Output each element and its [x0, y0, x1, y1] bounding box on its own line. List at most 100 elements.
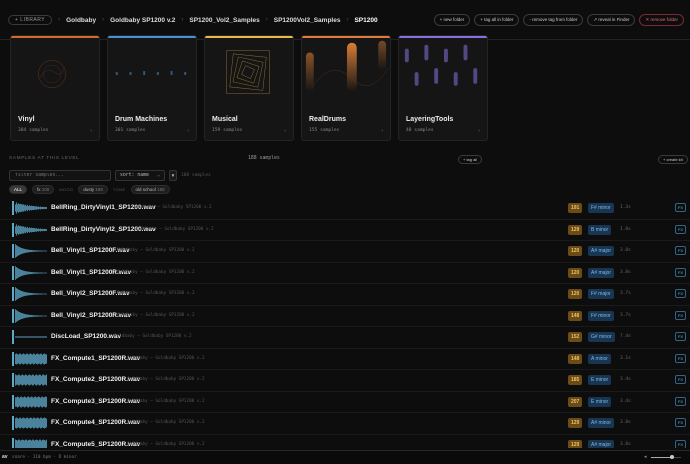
tag-all[interactable]: ALL — [9, 185, 28, 194]
selection-marker — [12, 265, 14, 280]
fx-tag[interactable]: FX — [675, 418, 686, 427]
folder-card-count: 48 samples — [406, 128, 434, 133]
folder-card-realdrums[interactable]: RealDrums 155 samples › — [301, 35, 391, 141]
fx-tag[interactable]: FX — [675, 353, 686, 363]
sample-source: Goldbaby — Goldbaby SP1200 v.2 — [117, 291, 195, 296]
sample-row[interactable]: FX_Compute2_SP1200R.wav Goldbaby — Goldb… — [0, 370, 690, 392]
sample-row[interactable]: FX_Compute4_SP1200R.wav Goldbaby — Goldb… — [0, 413, 690, 435]
fx-tag[interactable]: FX — [675, 439, 686, 448]
reveal-in-finder-button[interactable]: ↗ reveal in Finder — [587, 14, 636, 26]
waveform[interactable] — [15, 201, 47, 215]
fx-tag[interactable]: FX — [675, 246, 686, 255]
sample-row[interactable]: Bell_Vinyl1_SP1200R.wav Goldbaby — Goldb… — [0, 263, 690, 284]
selection-marker — [12, 394, 14, 409]
waveform[interactable] — [15, 330, 47, 344]
tag-group-label: MOOD — [59, 187, 74, 192]
sample-row[interactable]: BellRing_DirtyVinyl1_SP1200.wav Goldbaby… — [0, 198, 690, 220]
sample-row[interactable]: BellRing_DirtyVinyl2_SP1200.wav Goldbaby… — [0, 220, 690, 241]
waveform[interactable] — [15, 223, 47, 237]
breadcrumb: + LIBRARY › Goldbaby › Goldbaby SP1200 v… — [8, 14, 378, 26]
chevron-right-icon: › — [187, 128, 189, 134]
folder-artwork — [305, 40, 389, 92]
breadcrumb-separator: › — [265, 17, 268, 23]
sample-duration: 3.4s — [620, 377, 631, 382]
waveform[interactable] — [15, 265, 47, 280]
sample-row[interactable]: FX_Compute3_SP1200R.wav Goldbaby — Goldb… — [0, 392, 690, 413]
folder-card-name: Musical — [212, 116, 238, 123]
breadcrumb-item[interactable]: Goldbaby SP1200 v.2 — [110, 17, 175, 24]
sample-source: Goldbaby — Goldbaby SP1200 v.2 — [117, 248, 195, 253]
tag-filters: ALL fx 100 MOOD dusty 188 TONE old schoo… — [9, 185, 170, 194]
folder-card-musical[interactable]: Musical 159 samples › — [204, 35, 294, 141]
waveform[interactable] — [15, 395, 47, 409]
waveform[interactable] — [15, 244, 47, 258]
folder-card-drum-machines[interactable]: Drum Machines 301 samples › — [107, 35, 197, 141]
key-badge: A# major — [588, 439, 615, 448]
waveform[interactable] — [15, 373, 47, 387]
tag-fx[interactable]: fx 100 — [32, 185, 55, 194]
sample-row[interactable]: Bell_Vinyl2_SP1200R.wav Goldbaby — Goldb… — [0, 306, 690, 327]
volume-fill — [651, 457, 672, 458]
waveform[interactable] — [15, 308, 47, 323]
volume-knob[interactable] — [670, 455, 674, 459]
remove-folder-button[interactable]: ✕ remove folder — [639, 14, 684, 26]
bpm-badge: 152 — [568, 332, 583, 342]
sample-row[interactable]: FX_Compute1_SP1200R.wav Goldbaby — Goldb… — [0, 349, 690, 370]
tag-count: 188 — [157, 187, 165, 192]
player-bar: av snare · 110 bpm · D minor ◂ — [0, 450, 690, 464]
tag-count: 188 — [95, 187, 103, 192]
breadcrumb-item[interactable]: SP1200_Vol2_Samples — [189, 17, 259, 24]
volume-slider[interactable] — [651, 455, 681, 459]
bpm-badge: 148 — [568, 310, 583, 321]
filter-bar: sort: name ⌄ ▼ 188 samples — [0, 170, 690, 182]
fx-tag[interactable]: FX — [675, 310, 686, 320]
selection-marker — [12, 437, 14, 448]
new-folder-button[interactable]: + new folder — [433, 14, 471, 26]
sort-select[interactable]: sort: name ⌄ — [115, 170, 165, 181]
waveform[interactable] — [15, 438, 47, 449]
remove-tag-from-folder-button[interactable]: - remove tag from folder — [523, 14, 584, 26]
create-kit-button[interactable]: + create kit — [658, 155, 688, 164]
sample-row[interactable]: Bell_Vinyl1_SP1200F.wav Goldbaby — Goldb… — [0, 241, 690, 263]
bpm-badge: 148 — [568, 353, 583, 364]
tag-old-school[interactable]: old school 188 — [130, 185, 170, 194]
chevron-right-icon: › — [90, 128, 92, 134]
fx-tag[interactable]: FX — [675, 267, 686, 277]
sort-direction-button[interactable]: ▼ — [169, 170, 177, 181]
sample-row[interactable]: FX_Compute5_SP1200R.wav Goldbaby — Goldb… — [0, 435, 690, 449]
bpm-badge: 191 — [568, 203, 583, 213]
folder-card-layeringtools[interactable]: LayeringTools 48 samples › — [398, 35, 488, 141]
waveform[interactable] — [15, 416, 47, 430]
selection-marker — [12, 373, 14, 387]
fx-tag[interactable]: FX — [675, 375, 686, 384]
folder-card-vinyl[interactable]: Vinyl 304 samples › — [10, 35, 100, 141]
selection-marker — [12, 416, 14, 430]
fx-tag[interactable]: FX — [675, 332, 686, 341]
filter-input[interactable] — [9, 170, 111, 181]
breadcrumb-item[interactable]: Goldbaby — [66, 17, 96, 24]
selection-marker — [12, 287, 14, 301]
sample-source: Goldbaby — Goldbaby SP1200 v.2 — [136, 226, 214, 232]
sample-row[interactable]: DiscLoad_SP1200.wav Goldbaby — Goldbaby … — [0, 327, 690, 349]
filter-result-count: 188 samples — [181, 173, 211, 178]
fx-tag[interactable]: FX — [675, 396, 686, 406]
fx-tag[interactable]: FX — [675, 224, 686, 234]
tag-all-in-folder-button[interactable]: + tag all in folder — [474, 14, 520, 26]
waveform[interactable] — [15, 352, 47, 366]
breadcrumb-item[interactable]: SP1200Vol2_Samples — [274, 17, 341, 24]
tag-name: old school — [135, 187, 156, 192]
fx-tag[interactable]: FX — [675, 203, 686, 212]
fx-tag[interactable]: FX — [675, 289, 686, 298]
key-badge: A# minor — [588, 418, 615, 428]
bpm-badge: 129 — [568, 439, 583, 448]
sample-duration: 3.8s — [620, 269, 631, 275]
sample-row[interactable]: Bell_Vinyl2_SP1200F.wav Goldbaby — Goldb… — [0, 284, 690, 306]
sample-source: Goldbaby — Goldbaby SP1200 v.2 — [134, 205, 212, 210]
key-badge: F# major — [588, 289, 614, 299]
tag-all-button[interactable]: + tag all — [458, 155, 483, 164]
bpm-badge: 120 — [568, 267, 583, 278]
waveform[interactable] — [15, 287, 47, 301]
breadcrumb-library[interactable]: + LIBRARY — [8, 15, 53, 25]
tag-dusty[interactable]: dusty 188 — [78, 185, 108, 194]
sample-name[interactable]: DiscLoad_SP1200.wav — [51, 333, 121, 340]
